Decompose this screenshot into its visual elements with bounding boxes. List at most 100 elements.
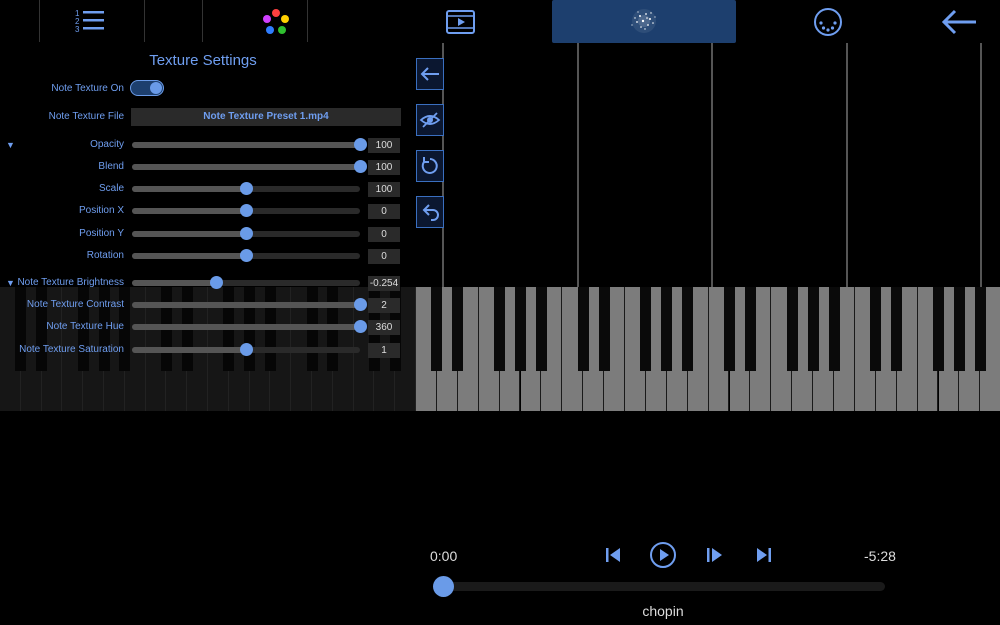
black-key[interactable] <box>535 287 547 371</box>
black-key[interactable] <box>870 287 882 371</box>
black-key[interactable] <box>807 287 819 371</box>
skip-to-end-button[interactable] <box>754 545 774 565</box>
hide-toggle-button[interactable] <box>416 104 444 136</box>
slider-label: Position X <box>78 205 124 216</box>
black-key[interactable] <box>431 287 443 371</box>
black-key[interactable] <box>515 287 526 371</box>
slider-fill <box>132 253 246 259</box>
slider-value-field[interactable]: 100 <box>368 182 400 197</box>
slider-fill <box>132 302 360 308</box>
step-forward-icon <box>707 548 722 562</box>
slider-label: Scale <box>98 183 124 194</box>
seek-handle[interactable] <box>433 576 454 597</box>
slider-label: Position Y <box>79 228 124 239</box>
toolbar-divider <box>144 0 145 42</box>
slider-label: Opacity <box>90 139 124 150</box>
slider-fill <box>132 231 246 237</box>
slider-value-field[interactable]: 2 <box>368 298 400 313</box>
black-key[interactable] <box>598 287 610 371</box>
slider-knob[interactable] <box>240 343 253 356</box>
back-button[interactable] <box>940 7 978 37</box>
slider-knob[interactable] <box>354 138 367 151</box>
black-key[interactable] <box>786 287 798 371</box>
slider-value-field[interactable]: 0 <box>368 227 400 242</box>
slider-fill <box>132 280 217 286</box>
slider-track[interactable] <box>132 298 367 311</box>
slider-knob[interactable] <box>354 160 367 173</box>
black-key[interactable] <box>724 287 735 371</box>
undo-button[interactable] <box>416 196 444 228</box>
slider-knob[interactable] <box>354 298 367 311</box>
skip-next-icon <box>757 548 771 562</box>
toolbar-divider <box>39 0 40 42</box>
reset-icon <box>421 157 438 174</box>
slider-track[interactable] <box>132 182 360 195</box>
black-key[interactable] <box>452 287 464 371</box>
slider-value-field[interactable]: 360 <box>368 320 400 335</box>
slider-label: Note Texture Contrast <box>26 299 124 310</box>
slider-track[interactable] <box>132 249 360 262</box>
track-list-button[interactable]: 1 2 3 <box>74 8 106 36</box>
undo-icon <box>422 204 439 221</box>
note-texture-file-label: Note Texture File <box>48 111 124 122</box>
color-settings-button[interactable] <box>260 8 292 36</box>
slider-knob[interactable] <box>354 320 367 333</box>
color-palette-icon <box>263 9 289 34</box>
black-key[interactable] <box>577 287 589 371</box>
black-key[interactable] <box>661 287 673 371</box>
slider-value-field[interactable]: 100 <box>368 138 400 153</box>
slider-track[interactable] <box>132 138 367 151</box>
black-key[interactable] <box>494 287 506 371</box>
slider-label: Blend <box>98 161 124 172</box>
note-texture-on-label: Note Texture On <box>51 83 124 94</box>
numbered-list-icon: 1 2 3 <box>75 9 104 34</box>
note-texture-toggle[interactable] <box>130 80 164 96</box>
reset-button[interactable] <box>416 150 444 182</box>
slider-label: Note Texture Brightness <box>17 277 124 288</box>
slider-fill <box>132 164 360 170</box>
slider-value-field[interactable]: 1 <box>368 343 400 358</box>
midi-connect-button[interactable] <box>813 7 843 37</box>
song-title: chopin <box>642 603 684 619</box>
play-button[interactable] <box>649 541 677 569</box>
slider-track[interactable] <box>132 320 367 333</box>
slider-track[interactable] <box>132 160 367 173</box>
panel-title: Texture Settings <box>149 52 257 69</box>
collapse-panel-button[interactable] <box>416 58 444 90</box>
slider-knob[interactable] <box>240 227 253 240</box>
black-key[interactable] <box>891 287 903 371</box>
skip-to-start-button[interactable] <box>603 545 623 565</box>
black-key[interactable] <box>974 287 986 371</box>
black-key[interactable] <box>828 287 840 371</box>
black-key[interactable] <box>744 287 756 371</box>
video-button[interactable] <box>445 8 477 36</box>
slider-track[interactable] <box>132 276 360 289</box>
note-texture-file-selector[interactable]: Note Texture Preset 1.mp4 <box>131 108 401 126</box>
slider-knob[interactable] <box>240 204 253 217</box>
eye-off-icon <box>419 112 441 128</box>
black-key[interactable] <box>640 287 652 371</box>
remaining-time: -5:28 <box>864 548 896 564</box>
toggle-knob <box>150 82 162 94</box>
toolbar-divider <box>307 0 308 42</box>
slider-value-field[interactable]: 0 <box>368 249 400 264</box>
slider-knob[interactable] <box>240 249 253 262</box>
slider-fill <box>132 186 246 192</box>
slider-track[interactable] <box>132 227 360 240</box>
slider-value-field[interactable]: -0.254 <box>368 276 400 291</box>
note-lane-line <box>846 43 848 288</box>
black-key[interactable] <box>953 287 965 371</box>
particles-button[interactable] <box>552 0 736 43</box>
slider-track[interactable] <box>132 204 360 217</box>
slider-fill <box>132 208 246 214</box>
seek-bar[interactable] <box>444 582 885 591</box>
slider-knob[interactable] <box>240 182 253 195</box>
step-forward-button[interactable] <box>704 545 724 565</box>
slider-fill <box>132 142 360 148</box>
slider-value-field[interactable]: 100 <box>368 160 400 175</box>
black-key[interactable] <box>933 287 944 371</box>
black-key[interactable] <box>682 287 694 371</box>
slider-track[interactable] <box>132 343 360 356</box>
slider-value-field[interactable]: 0 <box>368 204 400 219</box>
piano-keyboard[interactable] <box>416 287 1000 412</box>
